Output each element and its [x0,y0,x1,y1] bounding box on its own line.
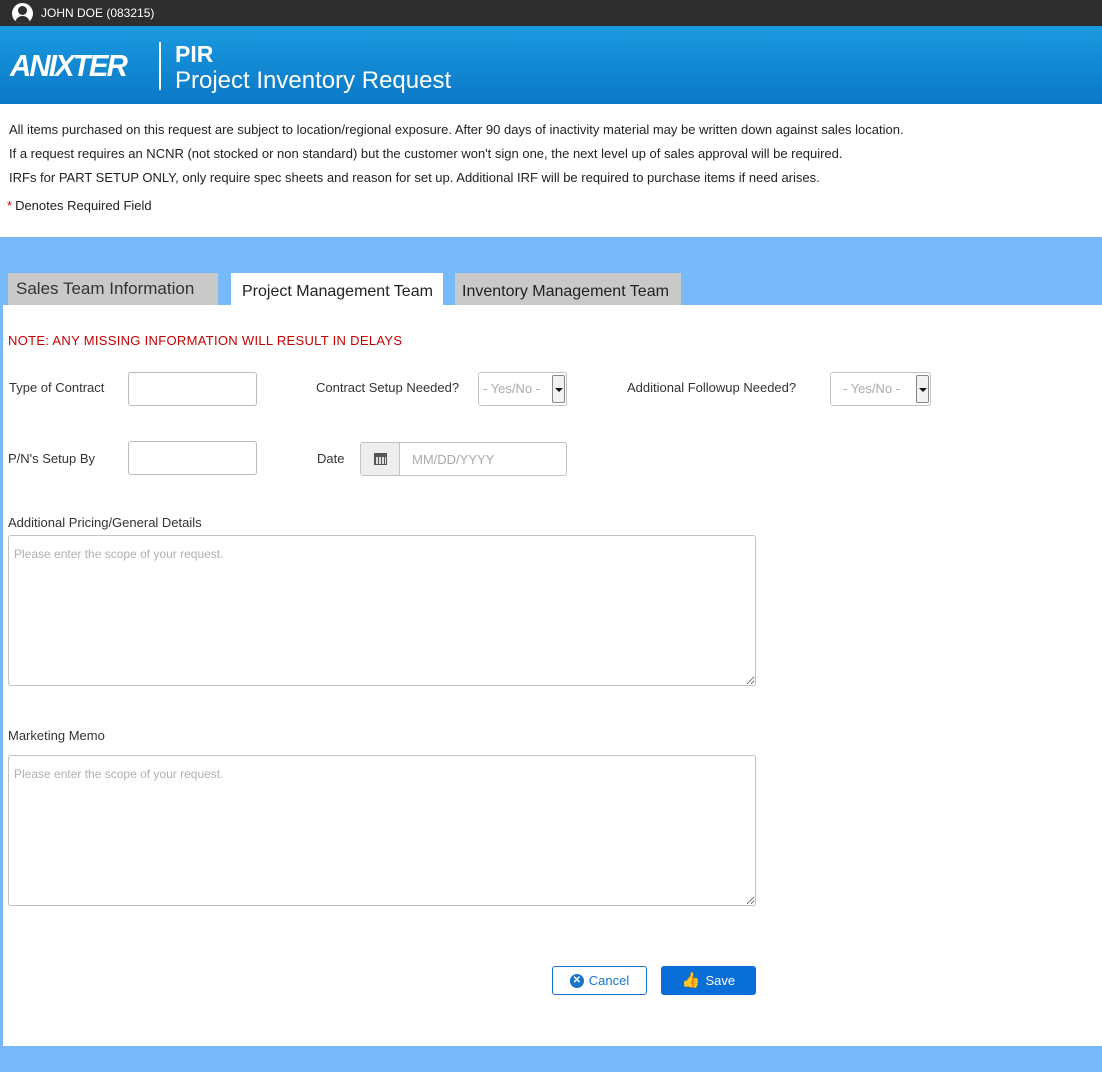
save-button[interactable]: 👍 Save [661,966,756,995]
cancel-button[interactable]: ✕ Cancel [552,966,647,995]
additional-followup-select[interactable]: - Yes/No - [830,372,931,406]
instruction-line: All items purchased on this request are … [9,122,904,137]
calendar-button[interactable] [361,443,400,475]
chevron-down-icon[interactable] [916,375,929,403]
tab-inventory-management-team[interactable]: Inventory Management Team [455,273,681,305]
header-divider [159,42,161,90]
additional-followup-value: - Yes/No - [843,381,901,396]
instruction-line: IRFs for PART SETUP ONLY, only require s… [9,170,820,185]
anixter-logo[interactable]: ANIXTER [10,48,128,84]
marketing-memo-textarea[interactable] [8,755,756,906]
type-of-contract-label: Type of Contract [9,380,105,395]
additional-followup-label: Additional Followup Needed? [627,380,797,395]
date-picker [360,442,567,476]
pricing-details-textarea[interactable] [8,535,756,686]
pn-setup-by-label: P/N's Setup By [8,451,96,466]
date-label: Date [317,451,345,466]
times-circle-icon: ✕ [569,973,584,988]
user-bar: JOHN DOE (083215) [0,0,1102,26]
pricing-details-label: Additional Pricing/General Details [8,515,202,530]
page-title: Project Inventory Request [175,67,452,94]
cancel-label: Cancel [588,973,630,988]
contract-setup-label: Contract Setup Needed? [316,380,460,395]
instruction-line: If a request requires an NCNR (not stock… [9,146,843,161]
save-label: Save [705,973,736,988]
tab-sales-team-information[interactable]: Sales Team Information [8,273,218,305]
calendar-icon [374,453,387,465]
missing-info-warning: NOTE: ANY MISSING INFORMATION WILL RESUL… [8,333,403,348]
app-code: PIR [175,41,214,67]
user-circle-icon[interactable] [12,2,33,24]
thumbs-up-icon: 👍 [681,972,701,989]
tab-project-management-team[interactable]: Project Management Team [231,273,443,305]
contract-setup-value: - Yes/No - [483,381,541,396]
app-header: ANIXTER PIR Project Inventory Request [0,26,1102,104]
user-name[interactable]: JOHN DOE (083215) [41,6,154,20]
type-of-contract-input[interactable] [128,372,257,406]
chevron-down-icon[interactable] [552,375,565,403]
pn-setup-by-input[interactable] [128,441,257,475]
contract-setup-select[interactable]: - Yes/No - [478,372,567,406]
marketing-memo-label: Marketing Memo [8,728,105,743]
required-star: * [7,198,13,213]
instructions: All items purchased on this request are … [9,121,904,193]
date-input[interactable] [401,443,566,475]
required-note-text: Denotes Required Field [15,198,152,213]
required-field-note: * Denotes Required Field [7,198,152,213]
